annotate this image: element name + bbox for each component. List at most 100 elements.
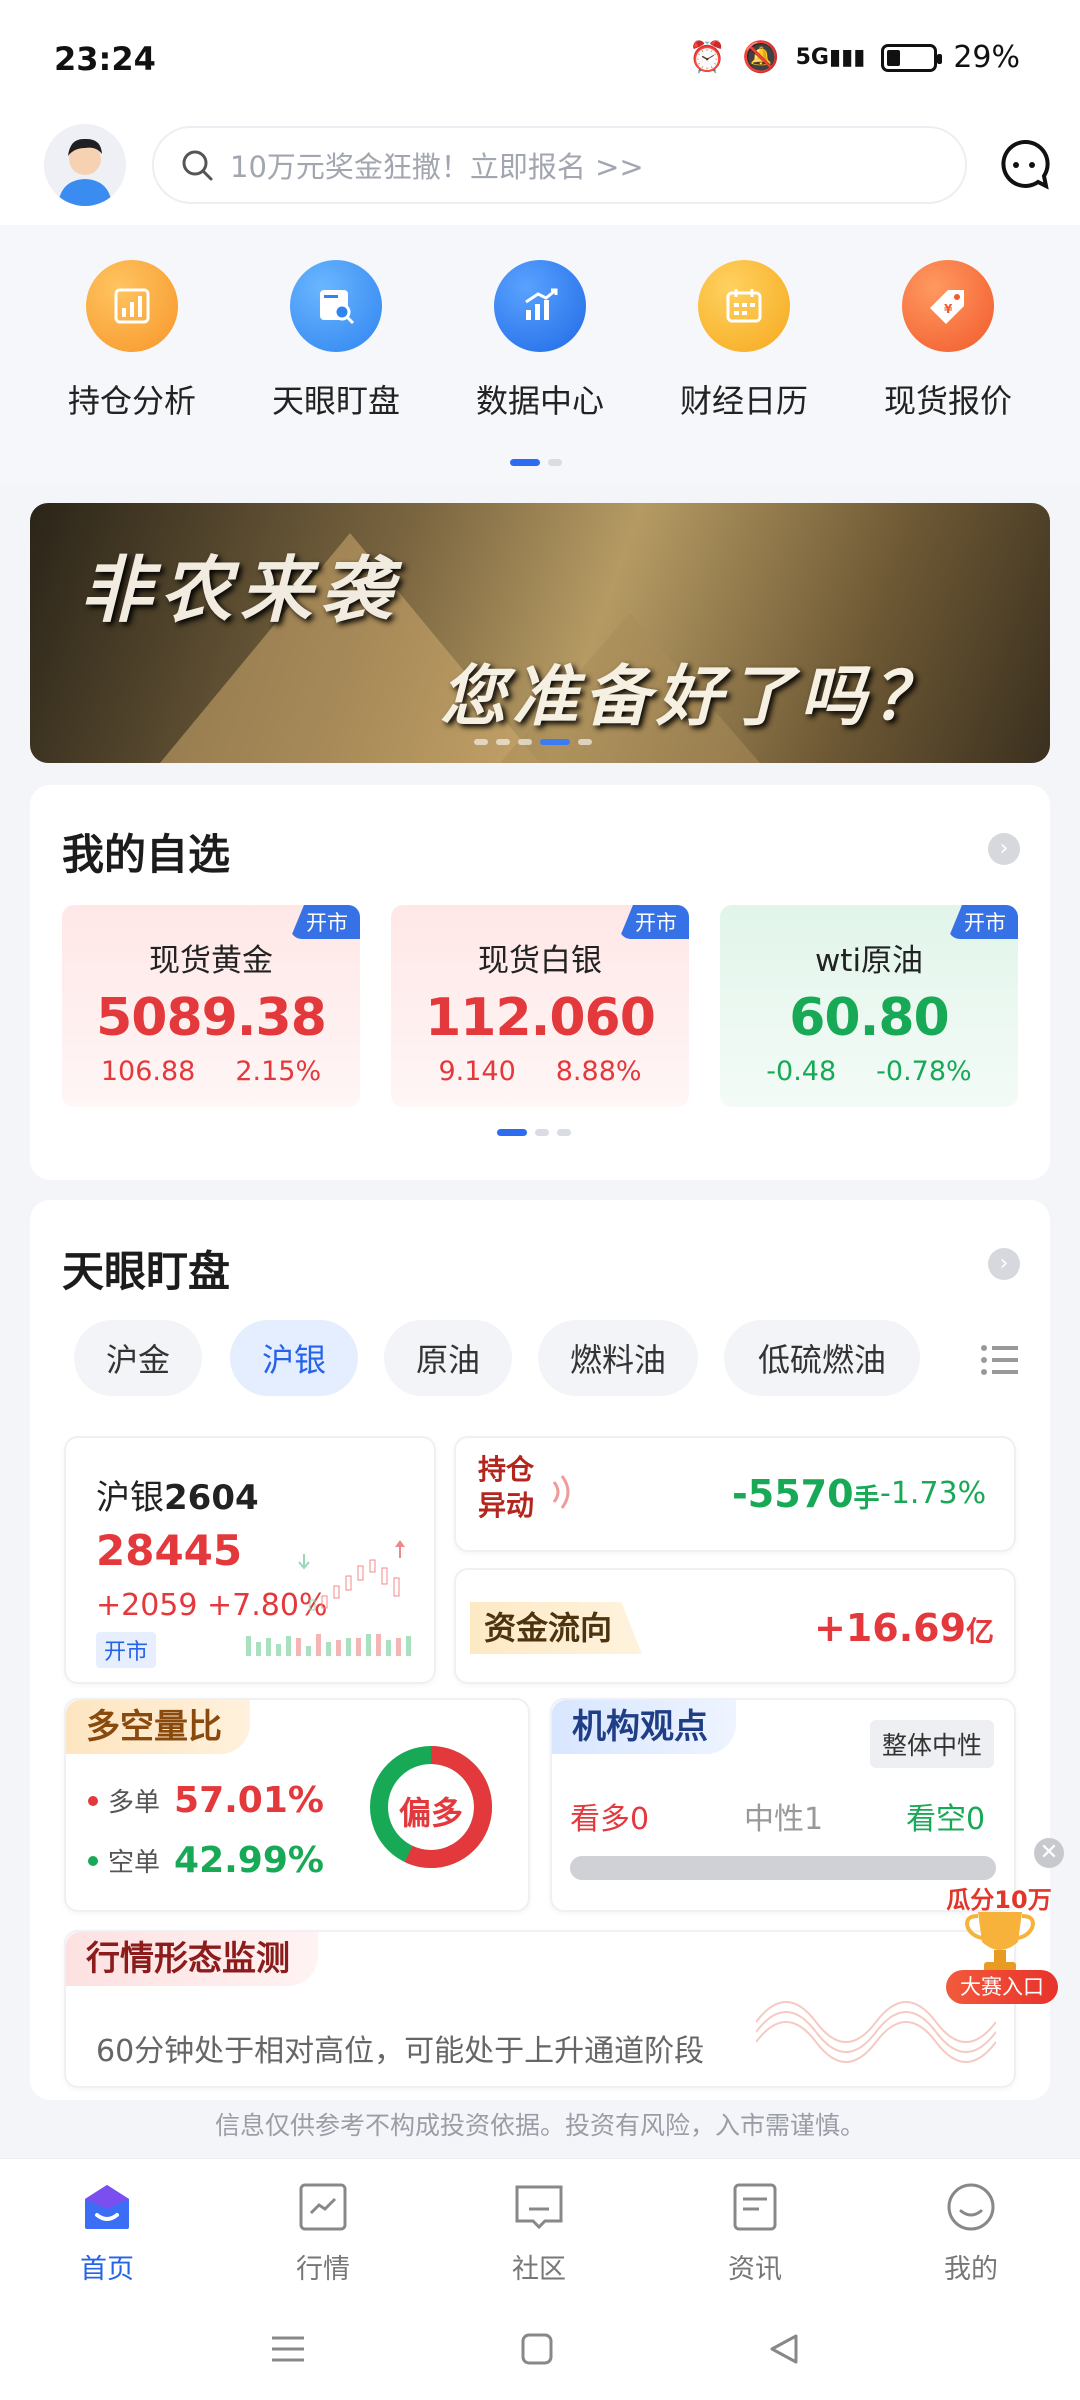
back-icon[interactable] bbox=[766, 2332, 800, 2366]
capital-flow-panel[interactable]: 资金流向 +16.69亿 bbox=[454, 1568, 1016, 1684]
pager-dot-active bbox=[540, 739, 570, 745]
position-change-pct: -1.73% bbox=[880, 1476, 987, 1511]
tab-label: 行情 bbox=[296, 2254, 350, 2285]
home-button-icon[interactable] bbox=[520, 2332, 554, 2366]
news-icon bbox=[733, 2183, 777, 2231]
pattern-monitor-panel[interactable]: 行情形态监测 60分钟处于相对高位，可能处于上升通道阶段 bbox=[64, 1930, 1016, 2088]
watchlist-card: 我的自选 › 开市 现货黄金 5089.38 106.88 2.15% 开市 现货… bbox=[30, 785, 1050, 1180]
trophy-icon bbox=[965, 1912, 1035, 1972]
instrument-name: wti原油 bbox=[814, 943, 924, 979]
pager-dot-active bbox=[497, 1129, 527, 1136]
mini-candlestick-chart bbox=[246, 1540, 411, 1656]
battery-percent: 29% bbox=[953, 40, 1020, 75]
quick-link-data-center[interactable]: 数据中心 bbox=[450, 260, 630, 422]
long-short-label: 多空量比 bbox=[66, 1700, 250, 1754]
price-change-pct: -0.78% bbox=[876, 1056, 972, 1087]
contract-change: +2059 bbox=[96, 1588, 198, 1623]
quick-link-label: 财经日历 bbox=[679, 382, 808, 420]
position-change-panel[interactable]: 持仓 异动 -5570手 -1.73% bbox=[454, 1436, 1016, 1552]
quick-link-label: 数据中心 bbox=[475, 382, 604, 420]
home-icon bbox=[85, 2185, 129, 2229]
data-bars-icon bbox=[494, 260, 586, 352]
short-pct: 42.99% bbox=[174, 1840, 324, 1881]
pager-dot bbox=[548, 459, 562, 466]
watchlist-item[interactable]: 开市 现货白银 112.060 9.140 8.88% bbox=[391, 905, 689, 1107]
position-change-label-line2: 异动 bbox=[478, 1489, 535, 1522]
quick-link-calendar[interactable]: 财经日历 bbox=[654, 260, 834, 422]
tab-label: 资讯 bbox=[728, 2254, 782, 2285]
network-label: 5G bbox=[795, 45, 829, 70]
profile-icon bbox=[947, 2183, 995, 2231]
bottom-tab-bar: 首页 行情 社区 资讯 我的 bbox=[0, 2158, 1080, 2292]
monitor-card: 天眼盯盘 › 沪金 沪银 原油 燃料油 低硫燃油 沪银2604 28445 +2… bbox=[30, 1200, 1050, 2100]
banner-subline: 您准备好了吗？ bbox=[440, 657, 944, 735]
tab-market[interactable]: 行情 bbox=[248, 2179, 398, 2286]
contract-summary[interactable]: 沪银2604 28445 +2059 +7.80% 开市 bbox=[64, 1436, 436, 1684]
search-bar[interactable]: 10万元奖金狂撒！立即报名 >> bbox=[152, 126, 967, 204]
tab-community[interactable]: 社区 bbox=[464, 2179, 614, 2286]
tab-news[interactable]: 资讯 bbox=[680, 2179, 830, 2286]
short-label: 空单 bbox=[108, 1848, 161, 1878]
long-short-verdict: 偏多 bbox=[398, 1794, 463, 1832]
recent-apps-icon[interactable] bbox=[270, 2334, 306, 2364]
contest-entry-widget[interactable]: ✕ 瓜分10万 大赛入口 bbox=[940, 1838, 1064, 2008]
top-header: 10万元奖金狂撒！立即报名 >> bbox=[0, 120, 1080, 225]
instrument-name: 现货黄金 bbox=[149, 943, 273, 979]
tab-crude-oil[interactable]: 原油 bbox=[384, 1320, 512, 1396]
tab-label: 我的 bbox=[944, 2254, 998, 2285]
position-change-unit: 手 bbox=[853, 1484, 880, 1514]
status-time: 23:24 bbox=[54, 40, 156, 78]
community-icon bbox=[515, 2185, 563, 2230]
pager-dot bbox=[535, 1129, 549, 1136]
quick-link-position-analysis[interactable]: 持仓分析 bbox=[42, 260, 222, 422]
price-change: 106.88 bbox=[100, 1056, 196, 1087]
chevron-right-icon[interactable]: › bbox=[988, 1248, 1020, 1280]
tab-huyin[interactable]: 沪银 bbox=[230, 1320, 358, 1396]
risk-disclaimer: 信息仅供参考不构成投资依据。投资有风险，入市需谨慎。 bbox=[214, 2111, 865, 2140]
price-change: -0.48 bbox=[766, 1056, 837, 1087]
sentiment-bar bbox=[570, 1856, 996, 1880]
quick-link-spot-price[interactable]: ¥ 现货报价 bbox=[858, 260, 1038, 422]
chart-analysis-icon bbox=[86, 260, 178, 352]
promo-bottom-button: 大赛入口 bbox=[946, 1970, 1058, 2004]
message-icon[interactable] bbox=[998, 138, 1050, 190]
capital-flow-label: 资金流向 bbox=[470, 1602, 643, 1654]
promo-banner[interactable]: 非农来袭 您准备好了吗？ bbox=[30, 503, 1050, 763]
list-icon[interactable] bbox=[980, 1344, 1020, 1376]
bull-count: 看多0 bbox=[570, 1802, 650, 1837]
watchlist-pager bbox=[497, 1129, 571, 1136]
pattern-label: 行情形态监测 bbox=[66, 1932, 318, 1986]
search-icon bbox=[182, 150, 213, 181]
svg-text:¥: ¥ bbox=[944, 302, 953, 316]
tab-home[interactable]: 首页 bbox=[32, 2179, 182, 2286]
watchlist-item[interactable]: 开市 wti原油 60.80 -0.48 -0.78% bbox=[720, 905, 1018, 1107]
instrument-name: 现货白银 bbox=[478, 943, 602, 979]
quick-link-label: 持仓分析 bbox=[67, 382, 196, 420]
close-icon[interactable]: ✕ bbox=[1034, 1838, 1064, 1868]
price-change: 9.140 bbox=[438, 1056, 516, 1087]
institution-label: 机构观点 bbox=[552, 1700, 736, 1754]
position-change-label-line1: 持仓 bbox=[478, 1453, 535, 1486]
long-short-panel[interactable]: 多空量比 多单 57.01% 空单 42.99% 偏多 bbox=[64, 1698, 530, 1912]
monitor-search-icon bbox=[290, 260, 382, 352]
signal-icon: 5G▮▮▮ bbox=[795, 45, 866, 70]
quick-link-label: 天眼盯盘 bbox=[271, 382, 400, 420]
market-open-tag: 开市 bbox=[948, 905, 1018, 939]
chevron-right-icon[interactable]: › bbox=[988, 833, 1020, 865]
tab-profile[interactable]: 我的 bbox=[896, 2179, 1046, 2286]
tab-fuel-oil[interactable]: 燃料油 bbox=[538, 1320, 698, 1396]
tab-hujin[interactable]: 沪金 bbox=[74, 1320, 202, 1396]
monitor-title: 天眼盯盘 bbox=[62, 1247, 231, 1296]
price-change-pct: 8.88% bbox=[555, 1056, 642, 1087]
price-change-pct: 2.15% bbox=[235, 1056, 322, 1087]
watchlist-item[interactable]: 开市 现货黄金 5089.38 106.88 2.15% bbox=[62, 905, 360, 1107]
bear-count: 看空0 bbox=[906, 1802, 986, 1837]
long-pct: 57.01% bbox=[174, 1780, 324, 1821]
banner-pager bbox=[474, 739, 592, 745]
market-icon bbox=[299, 2183, 347, 2231]
quick-link-label: 现货报价 bbox=[883, 382, 1012, 420]
tab-low-sulfur-fuel-oil[interactable]: 低硫燃油 bbox=[724, 1320, 920, 1396]
battery-level bbox=[887, 49, 901, 66]
avatar[interactable] bbox=[44, 124, 126, 206]
quick-link-monitor[interactable]: 天眼盯盘 bbox=[246, 260, 426, 422]
